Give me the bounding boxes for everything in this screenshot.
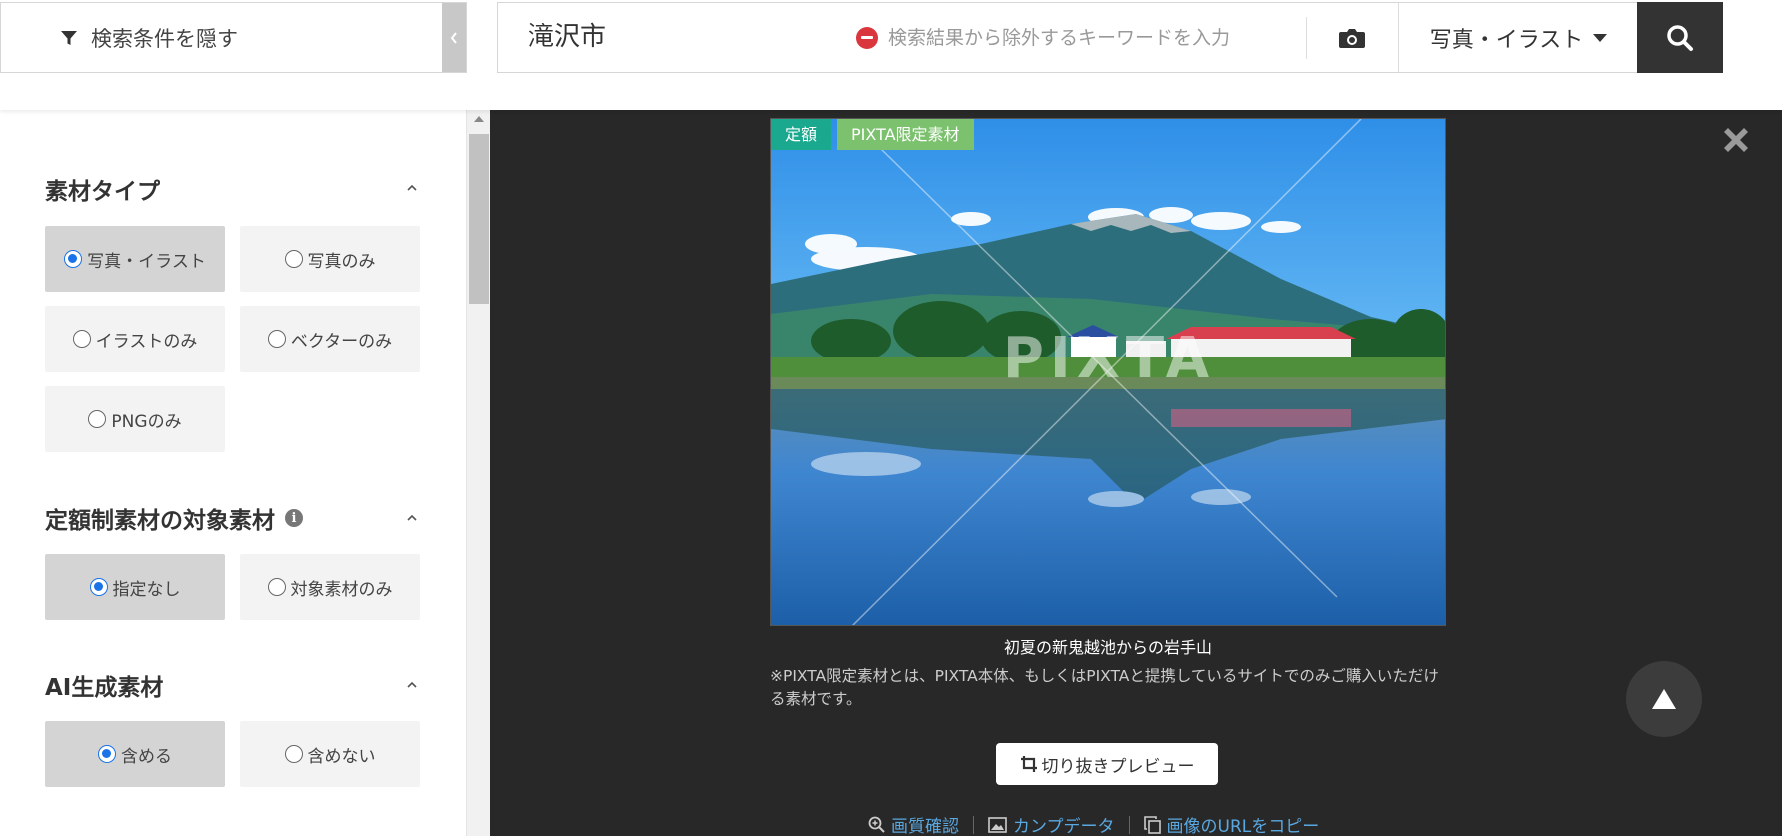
- option-vector-only[interactable]: ベクターのみ: [240, 306, 420, 372]
- radio-icon: [88, 410, 107, 428]
- divider: [1306, 17, 1307, 59]
- comp-data-label: カンプデータ: [1013, 817, 1115, 837]
- scroll-to-top-button[interactable]: [1626, 661, 1702, 737]
- watermark-text: PIXTA: [1003, 326, 1215, 391]
- landscape-photo: PIXTA: [771, 119, 1445, 625]
- exclude-minus-icon: [856, 26, 878, 49]
- section-title-ai-generated[interactable]: AI生成素材: [45, 668, 163, 702]
- option-ai-include[interactable]: 含める: [45, 721, 225, 787]
- zoom-in-icon: [868, 816, 885, 833]
- image-caption: 初夏の新鬼越池からの岩手山: [1003, 638, 1212, 657]
- option-label: ベクターのみ: [290, 331, 393, 352]
- subscription-badge: 定額: [771, 119, 832, 150]
- option-photo-illust[interactable]: 写真・イラスト: [45, 226, 225, 292]
- radio-icon: [284, 745, 303, 763]
- option-label: 指定なし: [112, 579, 181, 600]
- copy-url-link[interactable]: 画像のURLをコピー: [1143, 812, 1320, 837]
- divider: [973, 815, 974, 834]
- chevron-up-icon[interactable]: [406, 182, 418, 194]
- image-preview-panel: PIXTA 定額 PIXTA限定素材 初夏の新鬼越池からの岩手山 ※PIXTA限…: [490, 110, 1782, 837]
- exclusive-badge: PIXTA限定素材: [837, 119, 974, 150]
- ai-generated-title: AI生成素材: [45, 675, 164, 701]
- search-button[interactable]: [1637, 2, 1723, 73]
- hide-filter-label-wrap: 検索条件を隠す: [59, 23, 238, 53]
- option-label: PNGのみ: [111, 411, 182, 432]
- filter-sidebar: 素材タイプ 写真・イラスト 写真のみ イラストのみ ベクターのみ PNGのみ 定…: [0, 110, 466, 836]
- image-search-button[interactable]: [1316, 3, 1388, 72]
- exclusive-note: ※PIXTA限定素材とは、PIXTA本体、もしくはPIXTAと提携しているサイト…: [770, 667, 1439, 708]
- crop-icon: [1020, 756, 1037, 772]
- radio-icon: [267, 330, 286, 348]
- option-label: 写真・イラスト: [87, 251, 206, 272]
- option-label: 対象素材のみ: [290, 579, 393, 600]
- option-subscription-any[interactable]: 指定なし: [45, 554, 225, 620]
- info-icon[interactable]: i: [285, 509, 303, 527]
- caret-down-icon: [1593, 33, 1608, 42]
- exclude-keyword-input[interactable]: [888, 26, 1238, 49]
- hide-filter-button[interactable]: 検索条件を隠す: [0, 2, 467, 73]
- radio-icon: [72, 330, 91, 348]
- option-subscription-only[interactable]: 対象素材のみ: [240, 554, 420, 620]
- comp-data-link[interactable]: カンプデータ: [988, 812, 1115, 837]
- scroll-up-arrow-icon[interactable]: [474, 116, 484, 122]
- option-label: 含めない: [307, 746, 376, 767]
- radio-icon: [64, 250, 83, 268]
- section-title-subscription[interactable]: 定額制素材の対象素材 i: [45, 501, 303, 535]
- subscription-title: 定額制素材の対象素材: [45, 508, 275, 534]
- quality-check-label: 画質確認: [891, 817, 959, 837]
- radio-icon: [89, 578, 108, 596]
- option-label: イラストのみ: [95, 331, 198, 352]
- top-bar: 検索条件を隠す 滝沢市 写真・イラスト: [0, 0, 1782, 110]
- preview-image[interactable]: PIXTA 定額 PIXTA限定素材: [770, 118, 1446, 626]
- radio-icon: [98, 745, 116, 763]
- option-ai-exclude[interactable]: 含めない: [240, 721, 420, 787]
- material-type-select[interactable]: 写真・イラスト: [1398, 3, 1638, 72]
- divider: [1128, 815, 1130, 834]
- scroll-thumb[interactable]: [469, 134, 489, 304]
- chevron-up-icon[interactable]: [406, 679, 418, 691]
- crop-preview-label: 切り抜きプレビュー: [1041, 756, 1195, 777]
- search-icon: [1667, 24, 1693, 51]
- option-photo-only[interactable]: 写真のみ: [240, 226, 420, 292]
- preview-links: 画質確認 カンプデータ 画像のURLをコピー: [868, 812, 1319, 837]
- camera-icon: [1339, 28, 1365, 48]
- radio-icon: [267, 578, 286, 596]
- copy-icon: [1143, 815, 1161, 834]
- search-input[interactable]: 滝沢市: [528, 3, 606, 72]
- material-type-select-value: 写真・イラスト: [1429, 27, 1584, 53]
- search-bar: 滝沢市 写真・イラスト: [497, 2, 1723, 73]
- hide-filter-label: 検索条件を隠す: [91, 26, 238, 51]
- collapse-sidebar-tab[interactable]: [442, 3, 466, 72]
- image-icon: [988, 816, 1007, 833]
- option-label: 含める: [121, 746, 172, 767]
- sidebar-scrollbar[interactable]: [466, 110, 490, 836]
- close-icon[interactable]: [1718, 122, 1754, 158]
- option-illust-only[interactable]: イラストのみ: [45, 306, 225, 372]
- material-type-title: 素材タイプ: [45, 179, 160, 205]
- chevron-left-icon: [450, 31, 457, 44]
- exclude-keyword-area: [856, 3, 1238, 72]
- quality-check-link[interactable]: 画質確認: [868, 812, 959, 837]
- chevron-up-icon[interactable]: [406, 512, 418, 524]
- crop-preview-button[interactable]: 切り抜きプレビュー: [996, 743, 1218, 785]
- option-png-only[interactable]: PNGのみ: [45, 386, 225, 452]
- radio-icon: [284, 250, 303, 268]
- filter-icon: [61, 30, 77, 45]
- option-label: 写真のみ: [307, 251, 376, 272]
- copy-url-label: 画像のURLをコピー: [1166, 817, 1320, 837]
- section-title-material-type[interactable]: 素材タイプ: [45, 172, 160, 206]
- arrow-up-icon: [1652, 689, 1676, 709]
